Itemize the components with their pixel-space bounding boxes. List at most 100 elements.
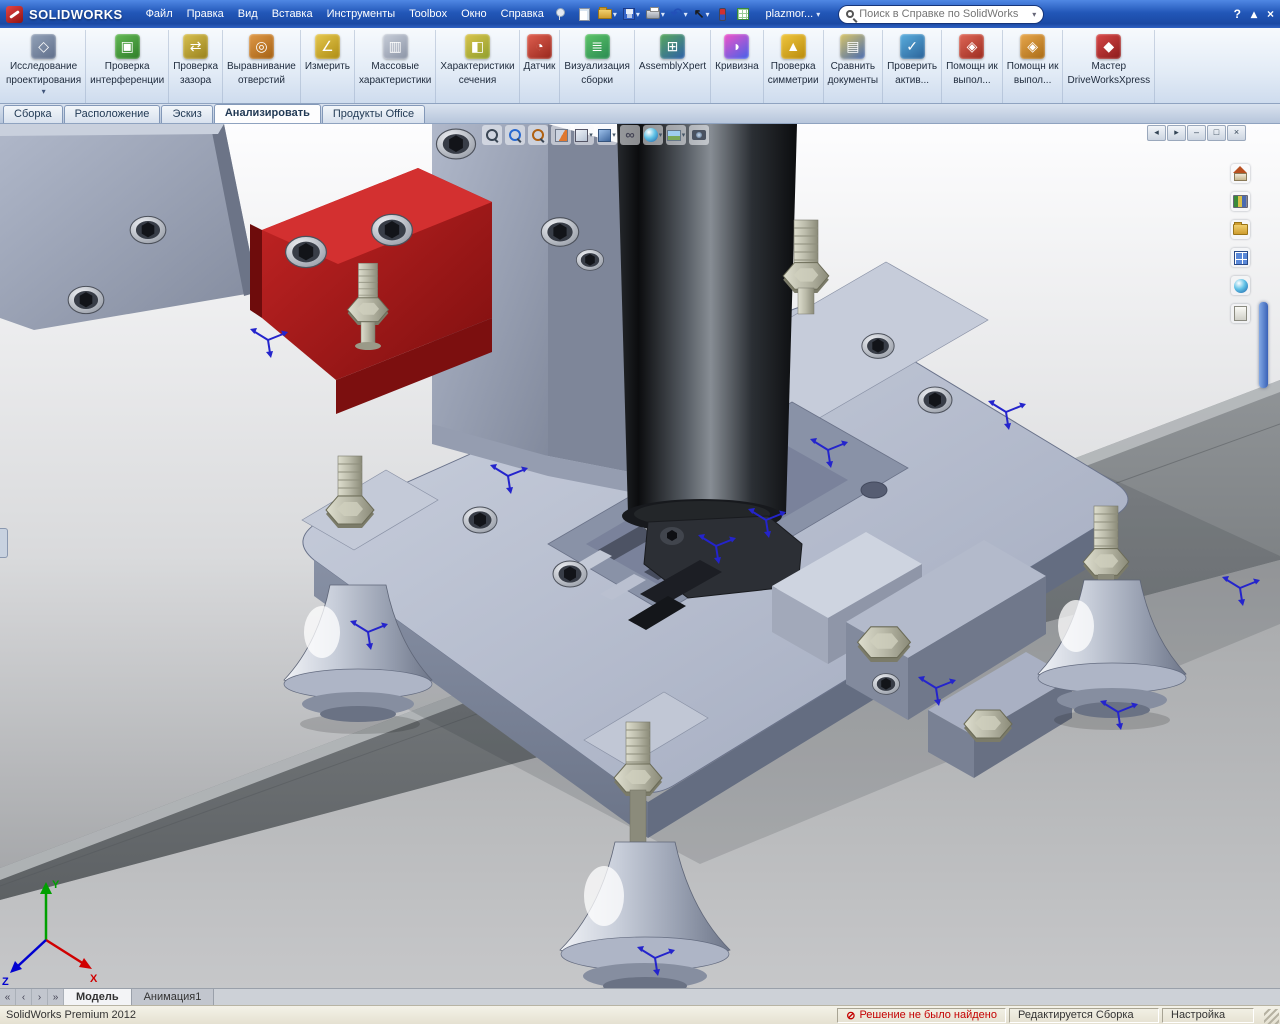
open-icon: [597, 7, 612, 19]
ribbon-icon: ✓: [899, 34, 925, 59]
ribbon-button[interactable]: ◈ Помощн ик выпол...: [942, 30, 1003, 103]
ribbon-button[interactable]: ▣ Проверка интерференции: [86, 30, 170, 103]
toolbar-button[interactable]: [576, 3, 594, 25]
ribbon-button[interactable]: ▲ Проверка симметрии: [764, 30, 824, 103]
graphics-viewport[interactable]: X Y Z ▾ ▾ ∞ ▾ ▾ ◂ ▸ – □ ×: [0, 124, 1280, 988]
ribbon-button[interactable]: ▥ Массовые характеристики: [355, 30, 437, 103]
command-tab[interactable]: Продукты Office: [321, 105, 426, 123]
ribbon-button[interactable]: ✓ Проверить актив...: [883, 30, 943, 103]
ribbon-button[interactable]: ◇ Исследование проектирования ▾: [2, 30, 87, 103]
dropdown-arrow-icon[interactable]: ▾: [684, 10, 688, 19]
model-tab[interactable]: Анимация1: [131, 989, 215, 1005]
menu-item[interactable]: Вставка: [265, 5, 320, 23]
dropdown-arrow-icon[interactable]: ▾: [42, 88, 46, 96]
ribbon-button[interactable]: ◎ Выравнивание отверстий: [223, 30, 301, 103]
task-pane-tab[interactable]: [1231, 276, 1250, 295]
task-pane-tab[interactable]: [1231, 220, 1250, 239]
toolbar-button[interactable]: ▾: [669, 3, 690, 25]
dropdown-arrow-icon[interactable]: ▾: [661, 10, 665, 19]
orientation-icon: [575, 128, 589, 142]
menu-item[interactable]: Справка: [494, 5, 551, 23]
dropdown-arrow-icon[interactable]: ▾: [636, 10, 640, 19]
toolbar-button[interactable]: ▾: [692, 3, 712, 25]
help-button[interactable]: ?: [1234, 7, 1241, 21]
pin-icon[interactable]: [555, 8, 565, 20]
tab-nav-button[interactable]: »: [48, 989, 64, 1005]
hud-button[interactable]: ▾: [597, 125, 617, 145]
tab-nav-button[interactable]: ›: [32, 989, 48, 1005]
settings-label[interactable]: Настройка: [1162, 1007, 1254, 1023]
hud-button[interactable]: [482, 125, 502, 145]
search-dropdown-icon[interactable]: ▾: [1032, 10, 1036, 19]
model-cylinder[interactable]: [617, 124, 803, 599]
hud-button[interactable]: [689, 125, 709, 145]
dropdown-arrow-icon[interactable]: ▾: [613, 10, 617, 19]
ribbon-button[interactable]: ◔ Датчик: [520, 30, 561, 103]
dropdown-arrow-icon[interactable]: ▾: [659, 131, 663, 139]
toolbar-button[interactable]: ▾: [621, 3, 642, 25]
dropdown-arrow-icon[interactable]: ▾: [682, 131, 686, 139]
ribbon-button[interactable]: ⇄ Проверка зазора: [169, 30, 224, 103]
ribbon-button[interactable]: ◆ Мастер DriveWorksXpress: [1063, 30, 1156, 103]
3d-scene[interactable]: X Y Z: [0, 124, 1280, 988]
menu-item[interactable]: Вид: [231, 5, 265, 23]
command-tab[interactable]: Расположение: [63, 105, 161, 123]
document-name[interactable]: plazmor... ▾: [766, 8, 821, 20]
toolbar-button[interactable]: ▾: [596, 3, 619, 25]
command-tab[interactable]: Анализировать: [213, 104, 321, 123]
hud-button[interactable]: [551, 125, 571, 145]
viewport-window-controls: ◂ ▸ – □ ×: [1147, 125, 1246, 141]
viewport-window-button[interactable]: □: [1207, 125, 1226, 141]
task-pane-scrollbar[interactable]: [1259, 302, 1268, 388]
tab-nav-button[interactable]: ‹: [16, 989, 32, 1005]
task-pane-tab[interactable]: [1231, 192, 1250, 211]
task-pane-tab[interactable]: [1231, 304, 1250, 323]
command-tab[interactable]: Сборка: [3, 105, 63, 123]
app-version-label: SolidWorks Premium 2012: [6, 1009, 137, 1021]
hud-button[interactable]: [620, 125, 640, 145]
viewport-window-button[interactable]: –: [1187, 125, 1206, 141]
dropdown-arrow-icon[interactable]: ▾: [706, 10, 710, 19]
ribbon-button[interactable]: ◧ Характеристики сечения: [436, 30, 520, 103]
ribbon-icon: ◔: [526, 34, 552, 59]
toolbar-button[interactable]: [714, 3, 732, 25]
feature-tree-splitter[interactable]: [0, 528, 8, 558]
hud-button[interactable]: [505, 125, 525, 145]
ribbon-button[interactable]: ∠ Измерить: [301, 30, 356, 103]
section-icon: [554, 128, 568, 142]
dropdown-arrow-icon[interactable]: ▾: [612, 131, 616, 139]
toolbar-button[interactable]: [734, 3, 752, 25]
quick-access-toolbar: ▾ ▾ ▾ ▾ ▾: [576, 3, 752, 25]
ribbon-button[interactable]: ▤ Сравнить документы: [824, 30, 884, 103]
viewport-window-button[interactable]: ◂: [1147, 125, 1166, 141]
hud-button[interactable]: ▾: [666, 125, 686, 145]
viewport-window-button[interactable]: ▸: [1167, 125, 1186, 141]
resize-grip-icon[interactable]: [1264, 1009, 1279, 1024]
ribbon-button[interactable]: ◗ Кривизна: [711, 30, 764, 103]
ribbon-button[interactable]: ≣ Визуализация сборки: [560, 30, 635, 103]
tab-nav-button[interactable]: «: [0, 989, 16, 1005]
close-button[interactable]: ×: [1267, 7, 1274, 21]
dropdown-arrow-icon[interactable]: ▾: [816, 10, 820, 19]
dropdown-arrow-icon[interactable]: ▾: [589, 131, 593, 139]
hud-button[interactable]: ▾: [574, 125, 594, 145]
menu-item[interactable]: Окно: [454, 5, 494, 23]
menu-item[interactable]: Правка: [180, 5, 231, 23]
search-input[interactable]: [859, 8, 1028, 20]
model-tab[interactable]: Модель: [64, 989, 132, 1005]
hide-show-icon: [625, 126, 634, 144]
menu-item[interactable]: Toolbox: [402, 5, 454, 23]
toolbar-button[interactable]: ▾: [644, 3, 667, 25]
viewport-window-button[interactable]: ×: [1227, 125, 1246, 141]
collapse-button[interactable]: ▴: [1251, 7, 1257, 21]
task-pane-tab[interactable]: [1231, 164, 1250, 183]
command-tab-row: Сборка Расположение Эскиз Анализировать Прод…: [0, 104, 1280, 124]
ribbon-button[interactable]: ◈ Помощн ик выпол...: [1003, 30, 1064, 103]
menu-item[interactable]: Файл: [139, 5, 180, 23]
command-tab[interactable]: Эскиз: [161, 105, 213, 123]
menu-item[interactable]: Инструменты: [320, 5, 403, 23]
ribbon-button[interactable]: ⊞ AssemblyXpert: [635, 30, 712, 103]
hud-button[interactable]: [528, 125, 548, 145]
hud-button[interactable]: ▾: [643, 125, 663, 145]
task-pane-tab[interactable]: [1231, 248, 1250, 267]
